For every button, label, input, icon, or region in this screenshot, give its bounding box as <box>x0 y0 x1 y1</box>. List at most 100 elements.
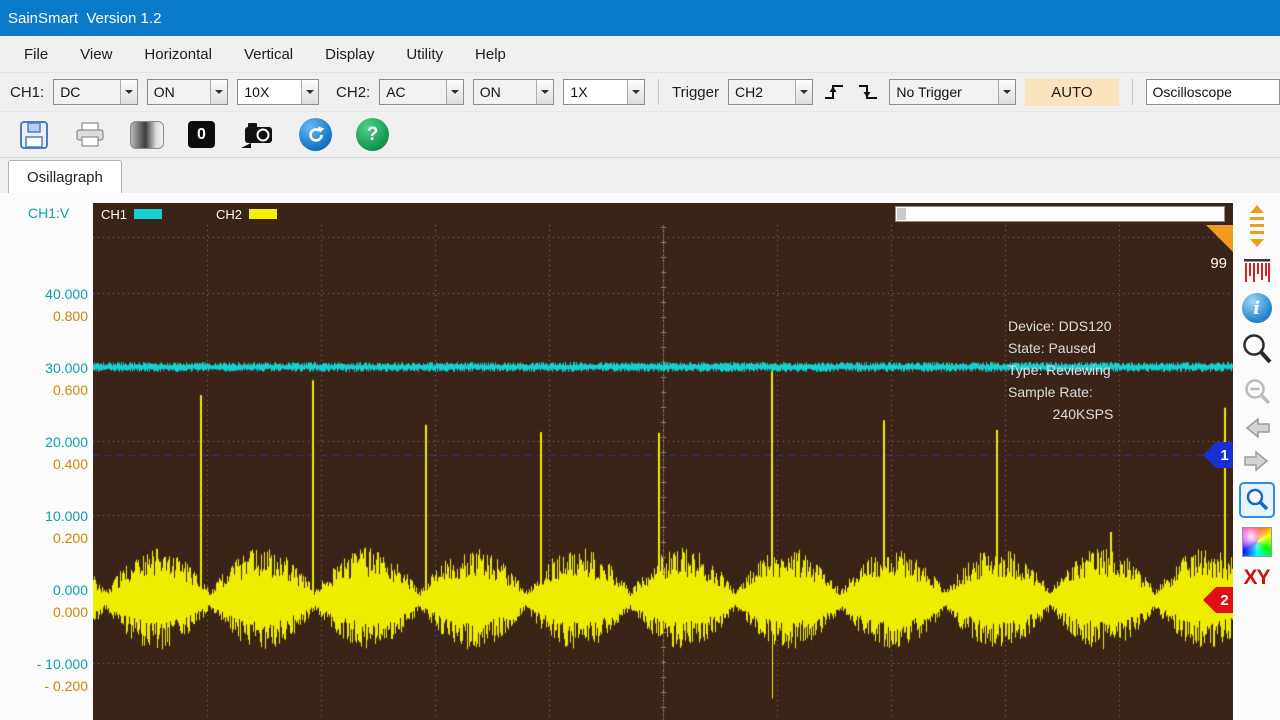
display-mode-button[interactable] <box>130 120 164 149</box>
refresh-icon <box>299 118 332 151</box>
ch2-state-value: ON <box>479 84 501 100</box>
trigger-position-flag-icon[interactable] <box>1206 225 1233 252</box>
toolbar-separator <box>1131 79 1133 105</box>
ch2-probe-select[interactable]: 1X <box>563 79 646 105</box>
zero-button[interactable]: 0 <box>188 121 215 148</box>
zoom-tool-button[interactable] <box>1238 482 1275 518</box>
trigger-level-marker[interactable]: 1 <box>1203 442 1233 468</box>
zoom-in-button[interactable] <box>1240 332 1274 368</box>
falling-edge-button[interactable] <box>855 79 880 105</box>
scrollbar-thumb[interactable] <box>897 208 906 220</box>
chevron-down-icon <box>119 80 137 104</box>
rising-edge-icon <box>824 85 843 99</box>
y-label-ch1: 0.000 <box>52 582 88 598</box>
ch2-probe-value: 1X <box>570 84 588 100</box>
position-badge: 99 <box>1210 255 1227 272</box>
sample-rate-label: Sample Rate: <box>1008 384 1093 400</box>
y-axis-label-pair: 10.000 0.200 <box>0 505 88 549</box>
ch1-label: CH1: <box>10 83 45 101</box>
y-label-ch2: 0.600 <box>52 382 88 398</box>
device-mode-value: Oscilloscope <box>1152 84 1232 100</box>
y-label-ch2: 0.800 <box>52 308 88 324</box>
ch1-coupling-select[interactable]: DC <box>53 79 138 105</box>
menu-item-file[interactable]: File <box>8 36 64 72</box>
ch2-label: CH2: <box>336 83 371 101</box>
save-button[interactable] <box>18 119 50 151</box>
ch2-zero-marker[interactable]: 2 <box>1203 587 1233 613</box>
marker-arrow-icon <box>1203 442 1216 468</box>
ch1-probe-select[interactable]: 10X <box>237 79 320 105</box>
zoom-in-icon <box>1242 334 1271 364</box>
ch2-state-select[interactable]: ON <box>472 79 555 105</box>
trigger-mode-select[interactable]: No Trigger <box>889 79 1017 105</box>
pan-vertical-button[interactable] <box>1244 203 1270 249</box>
zero-icon: 0 <box>188 121 215 148</box>
y-axis-label-pair: 20.000 0.400 <box>0 431 88 475</box>
trigger-source-select[interactable]: CH2 <box>727 79 813 105</box>
channel-toolbar: CH1: DC ON 10X CH2: AC ON 1X Trigger CH2… <box>0 73 1280 112</box>
help-button[interactable]: ? <box>356 118 389 151</box>
snapshot-button[interactable] <box>239 121 275 149</box>
y-label-ch2: 0.200 <box>52 530 88 546</box>
zoom-out-icon <box>1244 379 1270 405</box>
ch1-legend-label: CH1 <box>101 206 128 222</box>
menu-item-vertical[interactable]: Vertical <box>228 36 309 72</box>
y-label-ch2: - 0.200 <box>44 678 88 694</box>
ch1-state-select[interactable]: ON <box>146 79 229 105</box>
menu-item-view[interactable]: View <box>64 36 128 72</box>
sample-rate-value: 240KSPS <box>1052 406 1114 422</box>
y-label-ch2: 0.000 <box>52 604 88 620</box>
chevron-down-icon <box>536 80 554 104</box>
type-line: Type: Reviewing <box>1008 362 1111 378</box>
menu-item-horizontal[interactable]: Horizontal <box>128 36 228 72</box>
y-label-ch2: 0.400 <box>52 456 88 472</box>
chevron-down-icon <box>998 80 1016 104</box>
ch1-coupling-value: DC <box>60 84 81 100</box>
chevron-down-icon <box>627 80 645 104</box>
previous-button[interactable] <box>1242 416 1272 440</box>
xy-mode-button[interactable]: XY <box>1243 566 1270 590</box>
scope-canvas[interactable] <box>93 225 1233 720</box>
horizontal-scrollbar[interactable] <box>895 206 1225 222</box>
y-axis-label-pair: 40.000 0.800 <box>0 283 88 327</box>
ch2-coupling-select[interactable]: AC <box>379 79 464 105</box>
zoom-out-button[interactable] <box>1242 377 1272 407</box>
tab-osillagraph[interactable]: Osillagraph <box>8 160 122 193</box>
ch2-color-swatch <box>249 209 278 219</box>
camera-icon <box>241 122 272 148</box>
marker-arrow-icon <box>1203 587 1216 613</box>
info-button[interactable]: i <box>1241 293 1272 323</box>
y-label-ch1: 30.000 <box>45 360 88 376</box>
window-title: SainSmart Version 1.2 <box>8 9 162 27</box>
gradient-display-icon <box>130 120 164 149</box>
save-icon <box>20 120 48 149</box>
chevron-down-icon <box>210 80 228 104</box>
ch1-color-swatch <box>134 209 163 219</box>
print-button[interactable] <box>74 121 106 149</box>
info-icon: i <box>1241 293 1272 323</box>
arrow-left-icon <box>1245 417 1270 439</box>
chevron-down-icon <box>301 80 319 104</box>
menu-item-help[interactable]: Help <box>459 36 522 72</box>
y-label-ch1: 20.000 <box>45 434 88 450</box>
arrow-right-icon <box>1243 450 1268 472</box>
persistence-button[interactable] <box>1243 258 1271 284</box>
menu-item-utility[interactable]: Utility <box>390 36 459 72</box>
menu-item-display[interactable]: Display <box>309 36 390 72</box>
marker-number: 2 <box>1216 587 1233 613</box>
auto-mode-button[interactable]: AUTO <box>1025 78 1119 106</box>
palette-button[interactable] <box>1241 527 1272 557</box>
y-axis-label-pair: 30.000 0.600 <box>0 357 88 401</box>
xy-mode-icon: XY <box>1243 566 1270 589</box>
menu-bar: File View Horizontal Vertical Display Ut… <box>0 36 1280 73</box>
rising-edge-button[interactable] <box>822 79 847 105</box>
zoom-tool-icon <box>1246 488 1268 511</box>
chevron-down-icon <box>445 80 463 104</box>
state-line: State: Paused <box>1008 340 1096 356</box>
marker-number: 1 <box>1216 442 1233 468</box>
main-content: CH1:V 40.000 0.800 30.000 0.600 20.000 0… <box>0 193 1280 720</box>
refresh-button[interactable] <box>299 118 332 151</box>
next-button[interactable] <box>1242 449 1272 473</box>
device-line: Device: DDS120 <box>1008 318 1112 334</box>
device-mode-select[interactable]: Oscilloscope <box>1145 79 1280 105</box>
